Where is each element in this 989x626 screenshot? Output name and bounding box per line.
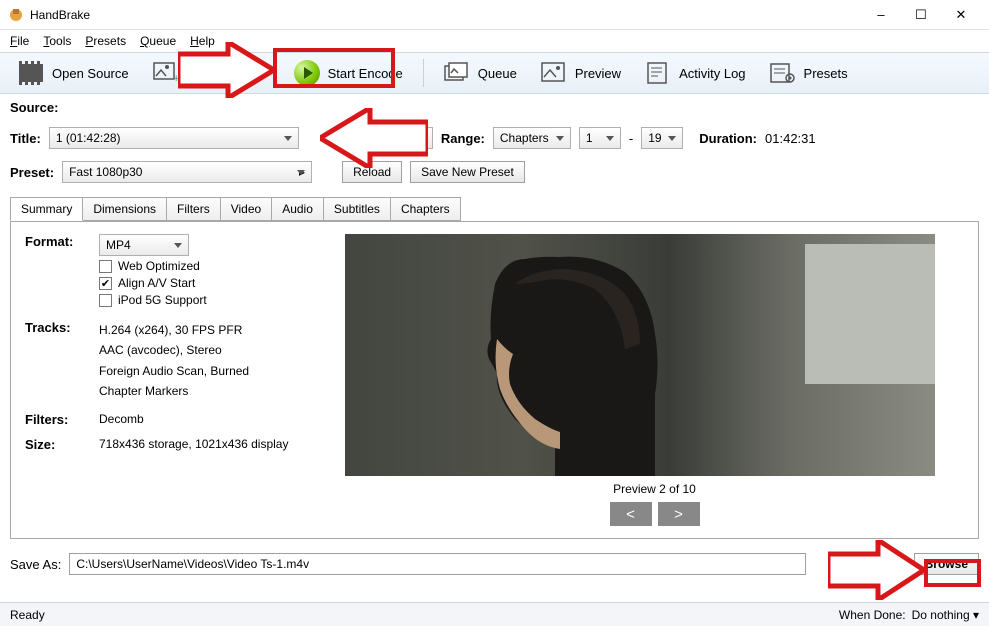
tab-subtitles[interactable]: Subtitles — [323, 197, 391, 221]
tab-summary[interactable]: Summary — [10, 197, 83, 221]
queue-button[interactable]: Queue — [436, 58, 525, 88]
format-label: Format: — [25, 234, 85, 249]
tab-chapters[interactable]: Chapters — [390, 197, 461, 221]
preview-button[interactable]: Preview — [533, 58, 629, 88]
preview-image — [345, 234, 935, 476]
queue-label: Queue — [478, 66, 517, 81]
open-source-button[interactable]: Open Source — [10, 58, 137, 88]
image-add-icon: + — [153, 62, 179, 84]
tab-dimensions[interactable]: Dimensions — [82, 197, 167, 221]
tracks-label: Tracks: — [25, 320, 85, 335]
play-icon — [294, 60, 320, 86]
web-optimized-checkbox[interactable]: Web Optimized — [99, 259, 325, 273]
save-as-label: Save As: — [10, 557, 61, 572]
filters-value: Decomb — [99, 412, 144, 426]
when-done-label: When Done: — [839, 608, 906, 622]
menu-bar: File Tools Presets Queue Help — [0, 30, 989, 52]
range-start-select[interactable]: 1 — [579, 127, 621, 149]
preset-row: Preset: Fast 1080p30▸ Reload Save New Pr… — [0, 155, 989, 189]
menu-queue[interactable]: Queue — [134, 32, 182, 50]
save-as-input[interactable] — [69, 553, 805, 575]
open-source-label: Open Source — [52, 66, 129, 81]
status-text: Ready — [10, 608, 45, 622]
angle-select[interactable] — [405, 127, 433, 149]
preview-prev-button[interactable]: < — [610, 502, 652, 526]
preset-label: Preset: — [10, 165, 54, 180]
log-icon — [645, 62, 671, 84]
preview-label: Preview — [575, 66, 621, 81]
presets-label: Presets — [804, 66, 848, 81]
range-label: Range: — [441, 131, 485, 146]
size-value: 718x436 storage, 1021x436 display — [99, 437, 288, 451]
track-line: AAC (avcodec), Stereo — [99, 340, 325, 360]
browse-button[interactable]: Browse — [914, 553, 979, 575]
add-source-button[interactable]: + — [145, 58, 191, 88]
menu-presets[interactable]: Presets — [79, 32, 132, 50]
start-encode-button[interactable]: Start Encode — [286, 56, 411, 90]
menu-tools[interactable]: Tools — [37, 32, 77, 50]
align-av-checkbox[interactable]: ✔Align A/V Start — [99, 276, 325, 290]
close-button[interactable]: ✕ — [941, 1, 981, 29]
size-label: Size: — [25, 437, 85, 452]
preview-next-button[interactable]: > — [658, 502, 700, 526]
range-sep: - — [629, 131, 633, 146]
status-bar: Ready When Done: Do nothing ▾ — [0, 602, 989, 626]
app-icon — [8, 7, 24, 23]
toolbar: Open Source + Start Encode Queue Preview… — [0, 52, 989, 94]
queue-icon — [444, 62, 470, 84]
source-row: Source: — [0, 94, 989, 121]
preview-icon — [541, 62, 567, 84]
duration-value: 01:42:31 — [765, 131, 816, 146]
app-title: HandBrake — [30, 8, 861, 22]
when-done-value[interactable]: Do nothing ▾ — [912, 608, 979, 622]
tab-filters[interactable]: Filters — [166, 197, 221, 221]
preview-caption: Preview 2 of 10 — [345, 482, 964, 496]
reload-button[interactable]: Reload — [342, 161, 402, 183]
maximize-button[interactable]: ☐ — [901, 1, 941, 29]
tabs: Summary Dimensions Filters Video Audio S… — [10, 197, 979, 221]
menu-file[interactable]: File — [4, 32, 35, 50]
title-row: Title: 1 (01:42:28) Range: Chapters 1 - … — [0, 121, 989, 155]
source-label: Source: — [10, 100, 58, 115]
minimize-button[interactable]: – — [861, 1, 901, 29]
tab-video[interactable]: Video — [220, 197, 272, 221]
range-end-select[interactable]: 19 — [641, 127, 683, 149]
film-open-icon — [18, 62, 44, 84]
save-new-preset-button[interactable]: Save New Preset — [410, 161, 525, 183]
start-encode-label: Start Encode — [328, 66, 403, 81]
ipod-checkbox[interactable]: iPod 5G Support — [99, 293, 325, 307]
range-type-select[interactable]: Chapters — [493, 127, 571, 149]
track-line: H.264 (x264), 30 FPS PFR — [99, 320, 325, 340]
title-label: Title: — [10, 131, 41, 146]
activity-log-button[interactable]: Activity Log — [637, 58, 753, 88]
activity-log-label: Activity Log — [679, 66, 745, 81]
format-select[interactable]: MP4 — [99, 234, 189, 256]
gear-icon — [770, 62, 796, 84]
preset-select[interactable]: Fast 1080p30▸ — [62, 161, 312, 183]
presets-button[interactable]: Presets — [762, 58, 856, 88]
track-line: Chapter Markers — [99, 381, 325, 401]
svg-text:+: + — [173, 73, 179, 84]
summary-panel: Format: MP4 Web Optimized ✔Align A/V Sta… — [10, 221, 979, 539]
track-line: Foreign Audio Scan, Burned — [99, 361, 325, 381]
title-bar: HandBrake – ☐ ✕ — [0, 0, 989, 30]
tab-audio[interactable]: Audio — [271, 197, 324, 221]
title-select[interactable]: 1 (01:42:28) — [49, 127, 299, 149]
duration-label: Duration: — [699, 131, 757, 146]
menu-help[interactable]: Help — [184, 32, 221, 50]
filters-label: Filters: — [25, 412, 85, 427]
save-as-row: Save As: Browse — [0, 547, 989, 583]
